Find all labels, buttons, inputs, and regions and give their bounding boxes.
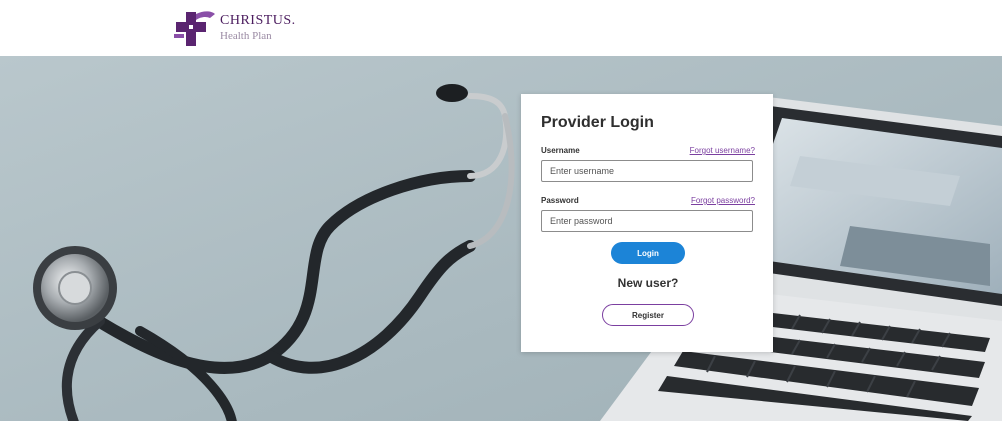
hero-image bbox=[0, 56, 1002, 421]
username-input[interactable] bbox=[541, 160, 753, 182]
forgot-username-link[interactable]: Forgot username? bbox=[690, 146, 755, 155]
password-label: Password bbox=[541, 196, 579, 205]
password-input[interactable] bbox=[541, 210, 753, 232]
new-user-text: New user? bbox=[617, 276, 679, 290]
username-label-row: Username Forgot username? bbox=[541, 146, 755, 155]
brand-name: CHRISTUS. bbox=[220, 13, 296, 28]
provider-login-page: CHRISTUS. Health Plan Provider Login Use… bbox=[0, 0, 1002, 421]
brand-subtitle: Health Plan bbox=[220, 30, 272, 42]
login-button[interactable]: Login bbox=[611, 242, 685, 264]
login-card: Provider Login Username Forgot username?… bbox=[521, 94, 773, 352]
password-label-row: Password Forgot password? bbox=[541, 196, 755, 205]
register-button[interactable]: Register bbox=[602, 304, 694, 326]
christus-cross-logo-icon bbox=[174, 11, 215, 46]
username-label: Username bbox=[541, 146, 580, 155]
forgot-password-link[interactable]: Forgot password? bbox=[691, 196, 755, 205]
brand-logo[interactable]: CHRISTUS. Health Plan bbox=[172, 8, 296, 48]
stethoscope-laptop-photo-icon bbox=[0, 56, 1002, 421]
header: CHRISTUS. Health Plan bbox=[0, 0, 1002, 56]
login-title: Provider Login bbox=[541, 114, 654, 131]
